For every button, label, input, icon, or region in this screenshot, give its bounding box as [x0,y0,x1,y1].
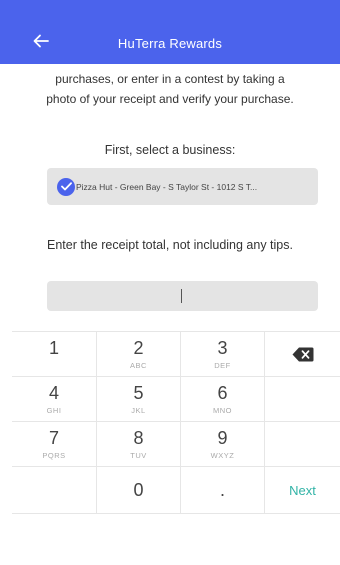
key-7[interactable]: 7 PQRS [12,422,97,467]
key-letters: WXYZ [210,451,235,460]
key-letters: GHI [46,406,62,415]
key-digit: 3 [217,338,228,358]
empty-key [265,422,340,467]
key-digit: 7 [48,428,59,448]
key-letters: DEF [214,361,231,370]
backspace-key[interactable] [265,332,340,377]
key-digit: 2 [133,338,144,358]
app-title: HuTerra Rewards [117,36,223,51]
numeric-keypad: 1 2 ABC 3 DEF 4 GHI 5 JKL 6 MNO 7 PQRS 8… [12,331,340,565]
key-5[interactable]: 5 JKL [97,377,181,422]
key-digit: 9 [217,428,228,448]
key-digit: 4 [48,383,59,403]
next-button[interactable]: Next [265,467,340,514]
key-letters: JKL [131,406,146,415]
key-4[interactable]: 4 GHI [12,377,97,422]
key-letters: PQRS [42,451,66,460]
backspace-icon [292,347,313,361]
receipt-total-label: Enter the receipt total, not including a… [47,238,293,252]
empty-key [265,377,340,422]
key-8[interactable]: 8 TUV [97,422,181,467]
text-caret [181,289,182,303]
business-select[interactable]: Pizza Hut - Green Bay - S Taylor St - 10… [47,168,318,205]
key-3[interactable]: 3 DEF [181,332,265,377]
key-9[interactable]: 9 WXYZ [181,422,265,467]
key-digit: 1 [48,338,59,358]
intro-line-2: photo of your receipt and verify your pu… [46,92,294,106]
key-6[interactable]: 6 MNO [181,377,265,422]
key-2[interactable]: 2 ABC [97,332,181,377]
key-digit: 0 [133,480,144,500]
app-bar: HuTerra Rewards [0,0,340,64]
key-1[interactable]: 1 [12,332,97,377]
check-icon [57,177,75,196]
intro-text: purchases, or enter in a contest by taki… [8,69,332,109]
key-letters: MNO [213,406,232,415]
next-label: Next [289,482,316,498]
select-business-label: First, select a business: [104,143,236,157]
key-letters: TUV [130,451,147,460]
receipt-total-input[interactable] [47,281,318,311]
key-letters: ABC [130,361,147,370]
key-decimal[interactable]: . [181,467,265,514]
selected-business: Pizza Hut - Green Bay - S Taylor St - 10… [76,181,258,192]
decimal-point: . [219,479,225,500]
intro-line-1: purchases, or enter in a contest by taki… [55,72,285,86]
key-digit: 6 [217,383,228,403]
key-digit: 8 [133,428,144,448]
empty-key [12,467,97,514]
key-digit: 5 [133,383,144,403]
key-0[interactable]: 0 [97,467,181,514]
